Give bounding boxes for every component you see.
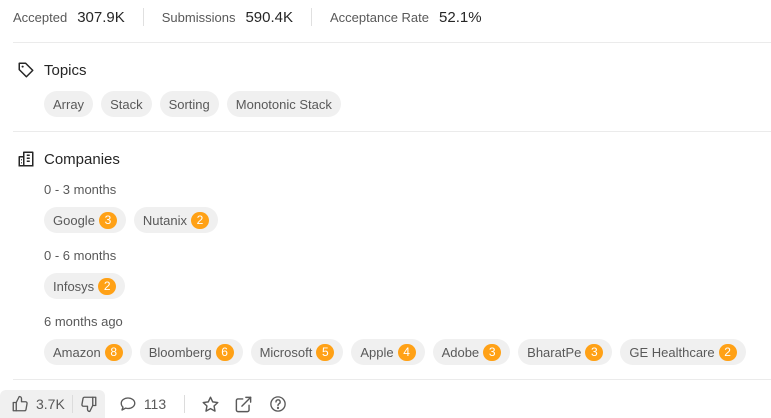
count-badge: 3 — [98, 211, 117, 229]
topic-tags: Array Stack Sorting Monotonic Stack — [44, 91, 349, 117]
company-tag-amazon[interactable]: Amazon 8 — [44, 339, 132, 365]
company-tags: Infosys 2 — [44, 273, 133, 299]
company-tag-apple[interactable]: Apple 4 — [351, 339, 425, 365]
star-icon — [201, 395, 220, 414]
share-button[interactable] — [234, 395, 253, 414]
period-label: 0 - 3 months — [44, 182, 117, 197]
company-name: Microsoft — [259, 344, 313, 360]
topics-header[interactable]: Topics — [16, 60, 87, 80]
thumbs-down-icon — [80, 395, 98, 413]
company-tag-google[interactable]: Google 3 — [44, 207, 126, 233]
count-badge: 3 — [585, 343, 604, 361]
action-bar: 3.7K 113 — [0, 390, 287, 418]
dislike-button[interactable] — [73, 390, 105, 418]
count-badge: 3 — [483, 343, 502, 361]
stat-acceptance-rate: Acceptance Rate 52.1% — [330, 9, 482, 26]
topic-tag-monotonic-stack[interactable]: Monotonic Stack — [226, 91, 341, 117]
company-tag-ge-healthcare[interactable]: GE Healthcare 2 — [620, 339, 746, 365]
company-tag-bloomberg[interactable]: Bloomberg 6 — [139, 339, 243, 365]
like-button[interactable]: 3.7K — [0, 390, 72, 418]
company-name: Adobe — [441, 344, 480, 360]
company-name: Bloomberg — [148, 344, 212, 360]
company-tags: Amazon 8 Bloomberg 6 Microsoft 5 Apple 4… — [44, 339, 746, 365]
comment-count: 113 — [143, 396, 167, 412]
divider — [184, 395, 186, 413]
divider — [13, 131, 771, 132]
count-badge: 4 — [397, 343, 416, 361]
company-tag-adobe[interactable]: Adobe 3 — [432, 339, 511, 365]
company-tag-bharatpe[interactable]: BharatPe 3 — [518, 339, 613, 365]
topic-tag-array[interactable]: Array — [44, 91, 94, 117]
company-tag-infosys[interactable]: Infosys 2 — [44, 273, 126, 299]
company-name: Apple — [360, 344, 394, 360]
comment-icon — [119, 395, 137, 413]
count-badge: 2 — [718, 343, 737, 361]
like-count: 3.7K — [36, 396, 65, 412]
stat-label: Accepted — [13, 9, 68, 25]
building-icon — [16, 149, 36, 169]
company-name: BharatPe — [527, 344, 582, 360]
topic-tag-stack[interactable]: Stack — [101, 91, 152, 117]
count-badge: 5 — [316, 343, 335, 361]
comments-button[interactable]: 113 — [119, 395, 166, 413]
tag-icon — [16, 60, 36, 80]
stats-bar: Accepted 307.9K Submissions 590.4K Accep… — [13, 7, 482, 27]
external-link-icon — [234, 395, 253, 414]
divider — [13, 379, 771, 380]
stat-accepted: Accepted 307.9K — [13, 9, 125, 26]
company-tag-microsoft[interactable]: Microsoft 5 — [250, 339, 344, 365]
companies-title: Companies — [44, 150, 120, 168]
count-badge: 8 — [104, 343, 123, 361]
stat-label: Submissions — [161, 9, 236, 25]
favorite-button[interactable] — [201, 395, 220, 414]
company-name: Google — [53, 212, 95, 228]
question-circle-icon — [269, 395, 287, 413]
divider — [13, 42, 771, 43]
divider — [311, 8, 312, 26]
topic-tag-sorting[interactable]: Sorting — [159, 91, 219, 117]
company-name: Infosys — [53, 278, 95, 294]
count-badge: 2 — [191, 211, 209, 229]
stat-value: 590.4K — [245, 8, 293, 26]
company-tags: Google 3 Nutanix 2 — [44, 207, 226, 233]
company-name: Nutanix — [142, 212, 187, 228]
divider — [142, 8, 144, 26]
help-button[interactable] — [269, 395, 287, 413]
company-tag-nutanix[interactable]: Nutanix 2 — [133, 207, 218, 233]
vote-group: 3.7K — [0, 390, 105, 418]
stat-submissions: Submissions 590.4K — [162, 9, 293, 26]
period-label: 0 - 6 months — [44, 248, 117, 263]
count-badge: 2 — [98, 277, 117, 295]
stat-value: 52.1% — [439, 8, 482, 26]
stat-value: 307.9K — [77, 8, 125, 26]
company-name: GE Healthcare — [629, 344, 715, 360]
companies-header[interactable]: Companies — [16, 149, 120, 169]
topics-title: Topics — [44, 61, 87, 79]
stat-label: Acceptance Rate — [330, 9, 430, 25]
period-label: 6 months ago — [44, 314, 123, 329]
count-badge: 6 — [215, 343, 234, 361]
thumbs-up-icon — [11, 395, 29, 413]
company-name: Amazon — [53, 344, 101, 360]
